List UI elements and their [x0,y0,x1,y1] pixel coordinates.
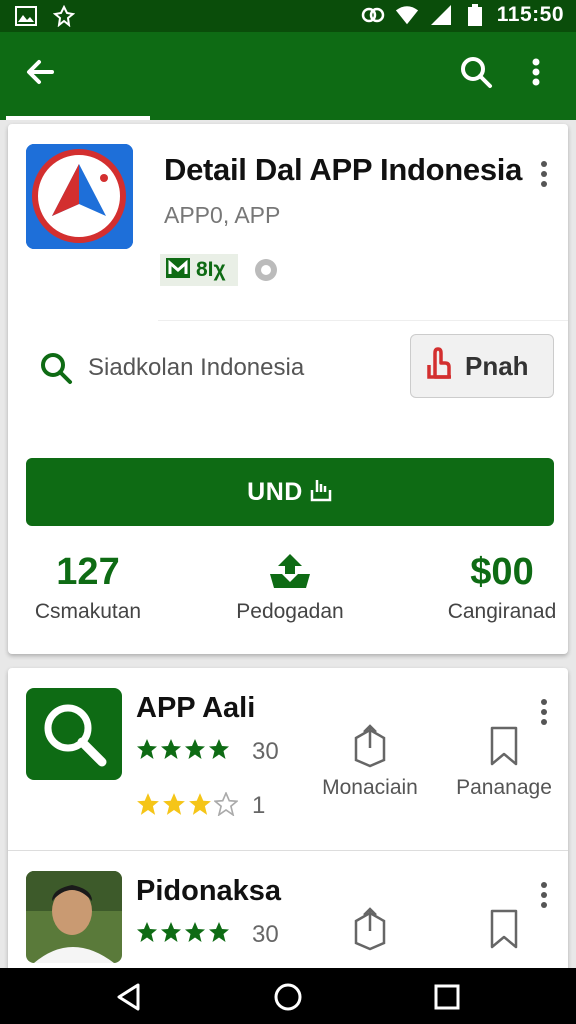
search-icon[interactable] [38,350,74,386]
notification-icon [52,4,76,28]
action-share[interactable] [310,907,430,951]
more-vert-icon[interactable] [538,881,550,909]
wifi-icon [395,3,419,27]
list-item-title: APP Aali [136,692,256,724]
bookmark-icon [484,724,524,768]
search-text[interactable]: Siadkolan Indonesia [88,354,304,382]
stat-value: 127 [56,551,120,593]
status-bar: 115:50 [0,0,576,32]
star-rating [136,921,230,948]
stat-reviews: 127 Csmakutan [8,550,168,624]
badge-text: 8Iχ [196,258,226,281]
star-icon [160,921,182,948]
related-apps-card: APP Aali 30 1 Monaciain Pananage Pidonak… [8,668,568,978]
star-icon [162,792,186,821]
app-logo [26,144,133,249]
pin-button[interactable]: Pnah [410,334,554,398]
star-icon [136,738,158,765]
action-bookmark[interactable]: Pananage [444,724,564,800]
avatar [26,871,122,963]
share-box-icon [350,907,390,951]
pin-button-label: Pnah [465,350,529,381]
stat-label: Pedogadan [236,600,344,623]
more-vert-icon[interactable] [538,698,550,726]
status-clock: 115:50 [496,3,564,26]
action-label: Monaciain [322,776,418,799]
badge: 8Iχ [160,254,238,286]
back-arrow-icon[interactable] [22,54,58,90]
divider [158,320,568,321]
action-label: Pananage [456,776,552,799]
install-button-label: UND [247,477,303,506]
sync-icon [361,3,385,27]
share-box-icon [350,724,390,768]
list-item-title: Pidonaksa [136,875,282,907]
app-thumbnail [26,688,122,780]
nav-recents-icon[interactable] [432,982,462,1012]
download-badge-icon [210,550,370,594]
battery-icon [463,3,487,27]
nav-back-icon[interactable] [114,982,144,1012]
more-vert-icon[interactable] [538,160,550,188]
star-icon [184,921,206,948]
star-outline-icon [212,791,240,821]
tab-indicator [6,116,150,120]
star-icon [208,738,230,765]
gear-icon [252,256,280,284]
stat-label: Cangiranad [447,600,557,623]
signal-icon [429,3,453,27]
install-icon [309,478,333,507]
navigation-bar [0,968,576,1024]
search-icon[interactable] [458,54,494,90]
stat-label: Csmakutan [34,600,142,623]
app-subtitle: APP0, APP [164,202,281,228]
star-icon [136,921,158,948]
star-rating-secondary [136,791,240,821]
stat-price: $00 Cangiranad [422,550,576,624]
star-icon [208,921,230,948]
action-bookmark[interactable] [444,907,564,951]
star-icon [188,792,212,821]
more-vert-icon[interactable] [518,54,554,90]
rating-count: 30 [252,738,279,765]
star-icon [184,738,206,765]
image-icon [14,4,38,28]
install-button[interactable]: UND [26,458,554,526]
app-detail-card: Detail Dal APP Indonesia APP0, APP 8Iχ S… [8,124,568,654]
app-bar [0,32,576,120]
secondary-count: 1 [252,792,266,819]
list-item[interactable]: APP Aali 30 1 Monaciain Pananage [8,668,568,850]
rating-count: 30 [252,921,279,948]
nav-home-icon[interactable] [273,982,303,1012]
bookmark-icon [484,907,524,951]
action-share[interactable]: Monaciain [310,724,430,800]
stat-value: $00 [470,551,534,593]
hand-pointer-icon [425,346,455,386]
star-icon [136,792,160,821]
editors-choice-icon [166,257,190,283]
app-title: Detail Dal APP Indonesia [164,152,523,187]
stat-downloads: Pedogadan [210,550,370,624]
star-rating [136,738,230,765]
star-icon [160,738,182,765]
